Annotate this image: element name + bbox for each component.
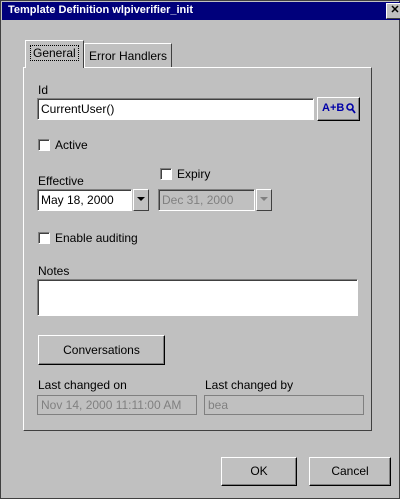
last-changed-by-label: Last changed by bbox=[205, 378, 294, 392]
id-label: Id bbox=[38, 83, 49, 97]
ok-button[interactable]: OK bbox=[221, 457, 297, 486]
conversations-button-label: Conversations bbox=[63, 343, 140, 357]
chevron-down-icon bbox=[137, 197, 145, 201]
expiry-label: Expiry bbox=[177, 167, 211, 181]
enable-auditing-label: Enable auditing bbox=[55, 231, 138, 245]
last-changed-by-field: bea bbox=[204, 395, 364, 415]
last-changed-on-label: Last changed on bbox=[38, 378, 127, 392]
expression-builder-label: A+B bbox=[322, 102, 345, 114]
notes-label: Notes bbox=[38, 264, 70, 278]
close-icon: ✕ bbox=[390, 4, 400, 16]
tab-error-handlers[interactable]: Error Handlers bbox=[84, 43, 173, 67]
close-button[interactable]: ✕ bbox=[386, 3, 400, 19]
expiry-date-field[interactable]: Dec 31, 2000 bbox=[158, 189, 255, 211]
notes-textarea[interactable] bbox=[37, 279, 358, 316]
effective-date-dropdown[interactable] bbox=[133, 189, 149, 211]
expiry-checkbox[interactable] bbox=[160, 168, 172, 180]
tab-error-handlers-label: Error Handlers bbox=[89, 49, 168, 63]
active-label: Active bbox=[55, 138, 88, 152]
expression-builder-button[interactable]: A+B bbox=[317, 97, 360, 121]
chevron-down-icon bbox=[260, 197, 268, 201]
enable-auditing-checkbox[interactable] bbox=[38, 232, 50, 244]
tab-general-label: General bbox=[30, 45, 79, 61]
last-changed-on-field: Nov 14, 2000 11:11:00 AM bbox=[37, 395, 197, 415]
general-tab-panel bbox=[23, 67, 372, 431]
expiry-date-dropdown[interactable] bbox=[256, 189, 272, 211]
cancel-button[interactable]: Cancel bbox=[309, 457, 391, 486]
ok-button-label: OK bbox=[250, 464, 268, 478]
id-field[interactable]: CurrentUser() bbox=[37, 98, 314, 120]
active-checkbox[interactable] bbox=[38, 139, 50, 151]
title-bar[interactable]: Template Definition wlpiverifier_init ✕ bbox=[2, 2, 400, 20]
window-title: Template Definition wlpiverifier_init bbox=[8, 4, 193, 16]
effective-date-field[interactable]: May 18, 2000 bbox=[37, 189, 132, 211]
conversations-button[interactable]: Conversations bbox=[38, 335, 165, 365]
tab-general[interactable]: General bbox=[25, 40, 84, 68]
magnifier-icon bbox=[346, 103, 356, 114]
effective-label: Effective bbox=[38, 174, 84, 188]
cancel-button-label: Cancel bbox=[331, 464, 369, 478]
